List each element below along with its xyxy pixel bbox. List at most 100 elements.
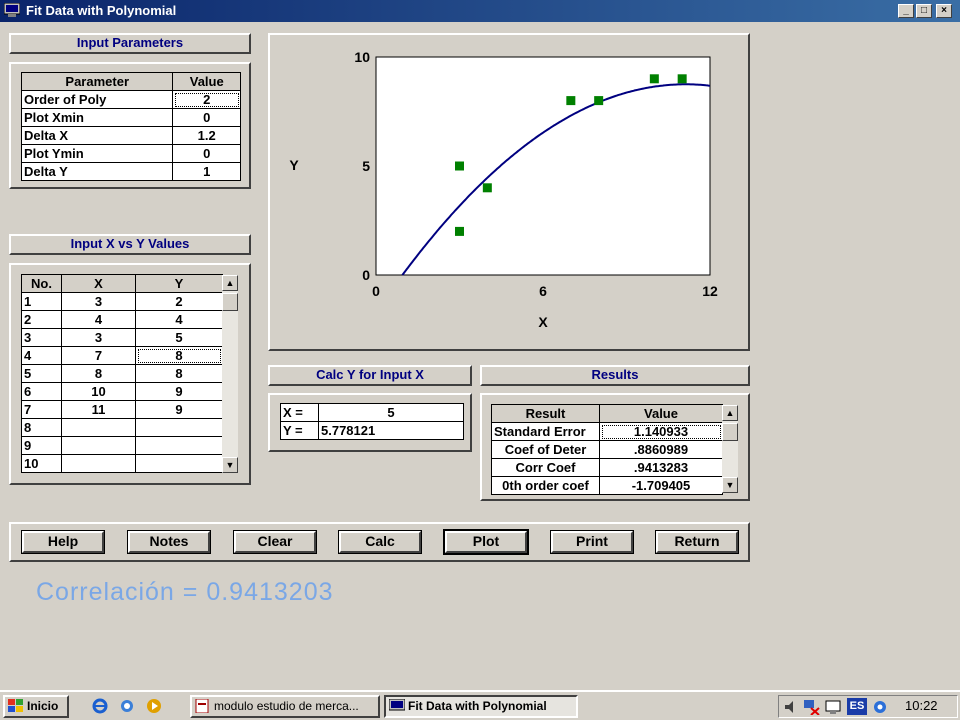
minimize-button[interactable]: _ xyxy=(898,4,914,18)
table-row[interactable]: Order of Poly 2 xyxy=(20,90,241,109)
row-number: 3 xyxy=(21,328,62,347)
row-number: 9 xyxy=(21,436,62,455)
x-cell[interactable] xyxy=(61,454,136,473)
param-value-cell[interactable]: 1.2 xyxy=(172,126,241,145)
data-point xyxy=(566,96,576,106)
table-row[interactable]: Plot Ymin 0 xyxy=(20,144,241,163)
table-row[interactable]: Corr Coef .9413283 xyxy=(491,458,723,477)
table-row[interactable]: Y = 5.778121 xyxy=(280,421,464,440)
scroll-thumb[interactable] xyxy=(722,423,738,441)
calc-table: X = 5 Y = 5.778121 xyxy=(280,403,464,440)
table-row[interactable]: 10 xyxy=(21,454,223,473)
y-cell[interactable]: 4 xyxy=(135,310,223,329)
result-value[interactable]: .8860989 xyxy=(599,440,723,459)
result-value[interactable]: -1.709405 xyxy=(599,476,723,495)
x-cell[interactable]: 3 xyxy=(61,292,136,311)
scroll-up-icon[interactable]: ▲ xyxy=(722,405,738,421)
network-icon[interactable] xyxy=(803,699,821,715)
messenger-icon[interactable] xyxy=(872,699,888,715)
calc-button[interactable]: Calc xyxy=(338,530,422,554)
maximize-button[interactable]: □ xyxy=(916,4,932,18)
y-tick-label: 10 xyxy=(354,49,370,65)
table-row[interactable]: Delta X 1.2 xyxy=(20,126,241,145)
table-row[interactable]: 244 xyxy=(21,310,223,329)
table-row[interactable]: 7 11 9 xyxy=(21,400,223,419)
y-cell[interactable] xyxy=(135,454,223,473)
result-name: Coef of Deter xyxy=(491,440,600,459)
x-cell[interactable]: 7 xyxy=(61,346,136,365)
row-number: 5 xyxy=(21,364,62,383)
task-fit-data[interactable]: Fit Data with Polynomial xyxy=(384,695,578,718)
table-row[interactable]: 6 10 9 xyxy=(21,382,223,401)
table-row[interactable]: 478 xyxy=(21,346,223,365)
start-button[interactable]: Inicio xyxy=(3,695,69,718)
table-row[interactable]: 9 xyxy=(21,436,223,455)
table-row[interactable]: Delta Y 1 xyxy=(20,162,241,181)
window-title: Fit Data with Polynomial xyxy=(26,3,177,18)
print-button[interactable]: Print xyxy=(550,530,634,554)
plot-button[interactable]: Plot xyxy=(443,529,529,555)
y-cell[interactable] xyxy=(135,436,223,455)
task-word-document[interactable]: modulo estudio de merca... xyxy=(190,695,380,718)
x-cell[interactable]: 11 xyxy=(61,400,136,419)
param-value-cell[interactable]: 0 xyxy=(172,108,241,127)
x-cell[interactable]: 4 xyxy=(61,310,136,329)
table-row[interactable]: 588 xyxy=(21,364,223,383)
scroll-down-icon[interactable]: ▼ xyxy=(722,477,738,493)
row-number: 1 xyxy=(21,292,62,311)
calc-panel: X = 5 Y = 5.778121 xyxy=(268,393,472,452)
param-value-cell[interactable]: 1 xyxy=(172,162,241,181)
y-axis-label: Y xyxy=(289,157,299,173)
param-value-cell[interactable]: 2 xyxy=(172,90,241,109)
clear-button[interactable]: Clear xyxy=(233,530,317,554)
x-cell[interactable] xyxy=(61,436,136,455)
table-row[interactable]: 0th order coef -1.709405 xyxy=(491,476,723,495)
monitor-icon[interactable] xyxy=(825,699,841,715)
title-bar[interactable]: Fit Data with Polynomial _ □ × xyxy=(0,0,960,22)
task-label: modulo estudio de merca... xyxy=(214,699,359,713)
x-cell[interactable] xyxy=(61,418,136,437)
desktop-icon[interactable] xyxy=(119,698,135,714)
return-button[interactable]: Return xyxy=(655,530,739,554)
xy-table: No. X Y 132 244 335 478 588 6 10 9 7 11 9 8 … xyxy=(21,274,223,473)
x-cell[interactable]: 8 xyxy=(61,364,136,383)
close-button[interactable]: × xyxy=(936,4,952,18)
param-value-cell[interactable]: 0 xyxy=(172,144,241,163)
media-player-icon[interactable] xyxy=(146,698,162,714)
volume-icon[interactable] xyxy=(783,699,799,715)
xy-values-header: Input X vs Y Values xyxy=(9,234,251,255)
internet-explorer-icon[interactable] xyxy=(92,698,108,714)
xy-scrollbar[interactable]: ▲ ▼ xyxy=(222,275,238,473)
chart-panel: 0 6 12 0 5 10 X Y xyxy=(268,33,750,351)
table-row[interactable]: Plot Xmin 0 xyxy=(20,108,241,127)
result-value[interactable]: 1.140933 xyxy=(599,422,723,441)
x-cell[interactable]: 10 xyxy=(61,382,136,401)
y-cell[interactable]: 9 xyxy=(135,400,223,419)
y-cell[interactable] xyxy=(135,418,223,437)
y-cell[interactable]: 2 xyxy=(135,292,223,311)
language-indicator[interactable]: ES xyxy=(847,698,867,715)
y-cell[interactable]: 8 xyxy=(135,364,223,383)
scroll-up-icon[interactable]: ▲ xyxy=(222,275,238,291)
y-cell[interactable]: 5 xyxy=(135,328,223,347)
table-row[interactable]: Coef of Deter .8860989 xyxy=(491,440,723,459)
scroll-thumb[interactable] xyxy=(222,293,238,311)
y-cell[interactable]: 8 xyxy=(135,346,223,365)
param-col-header: Parameter xyxy=(20,72,174,91)
calc-header: Calc Y for Input X xyxy=(268,365,472,386)
table-row[interactable]: X = 5 xyxy=(280,403,464,422)
table-row[interactable]: 8 xyxy=(21,418,223,437)
x-cell[interactable]: 3 xyxy=(61,328,136,347)
scroll-down-icon[interactable]: ▼ xyxy=(222,457,238,473)
row-number: 10 xyxy=(21,454,62,473)
y-output: 5.778121 xyxy=(318,421,464,440)
help-button[interactable]: Help xyxy=(21,530,105,554)
result-value[interactable]: .9413283 xyxy=(599,458,723,477)
table-row[interactable]: 132 xyxy=(21,292,223,311)
y-cell[interactable]: 9 xyxy=(135,382,223,401)
notes-button[interactable]: Notes xyxy=(127,530,211,554)
x-input[interactable]: 5 xyxy=(318,403,464,422)
table-row[interactable]: Standard Error 1.140933 xyxy=(491,422,723,441)
table-row[interactable]: 335 xyxy=(21,328,223,347)
results-scrollbar[interactable]: ▲ ▼ xyxy=(722,405,738,493)
